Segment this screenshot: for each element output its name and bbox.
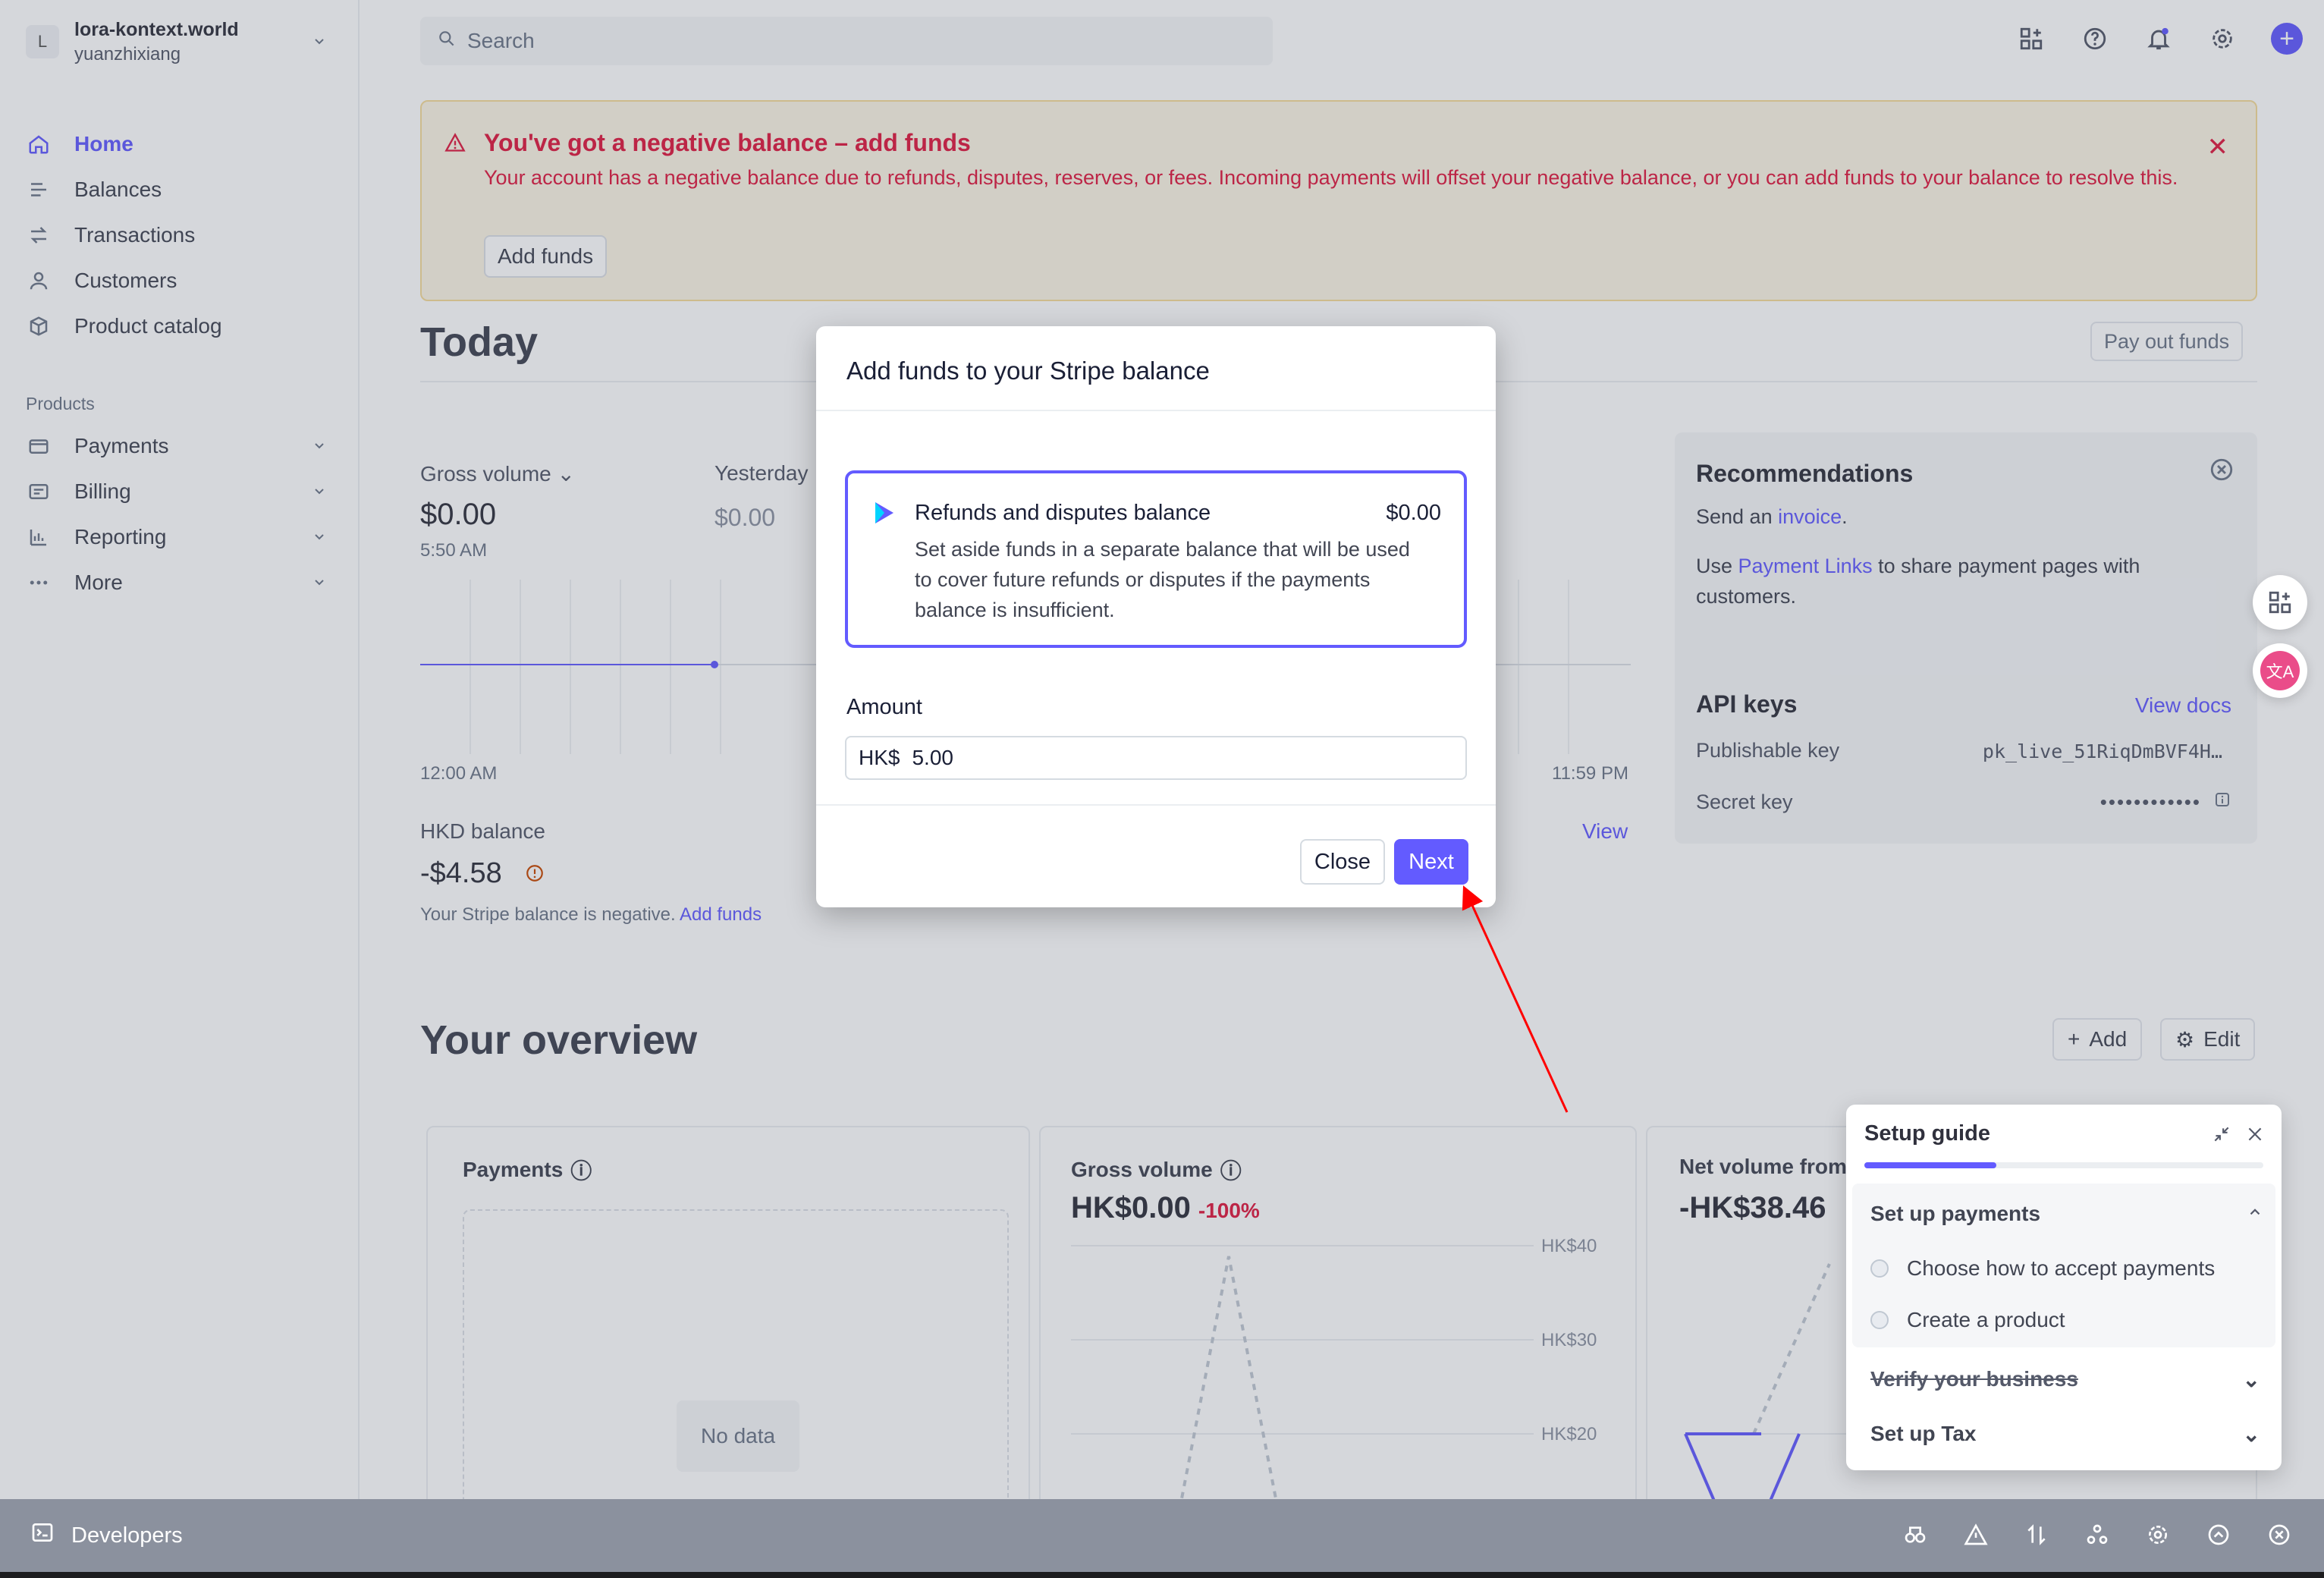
sort-arrows-icon[interactable] bbox=[2022, 1520, 2051, 1549]
amount-label: Amount bbox=[846, 695, 922, 719]
divider bbox=[816, 804, 1496, 806]
inspect-icon[interactable] bbox=[1901, 1520, 1930, 1549]
translate-icon: 文A bbox=[2260, 651, 2300, 690]
add-funds-dialog: Add funds to your Stripe balance Refunds… bbox=[816, 326, 1496, 907]
chevron-down-icon: ⌄ bbox=[2242, 1368, 2260, 1391]
developers-toggle[interactable]: Developers bbox=[30, 1520, 183, 1551]
setup-guide-panel: Setup guide Set up payments Choose how t… bbox=[1846, 1105, 2282, 1470]
webhooks-icon[interactable] bbox=[2083, 1520, 2112, 1549]
warning-icon[interactable] bbox=[1961, 1520, 1990, 1549]
dialog-title: Add funds to your Stripe balance bbox=[846, 357, 1210, 385]
developers-label: Developers bbox=[71, 1523, 183, 1548]
terminal-icon bbox=[30, 1520, 55, 1551]
apps-shortcut-button[interactable] bbox=[2253, 575, 2307, 630]
chevron-down-icon: ⌄ bbox=[2242, 1422, 2260, 1446]
setup-payments-section[interactable]: Set up payments Choose how to accept pay… bbox=[1852, 1184, 2275, 1347]
task-label: Create a product bbox=[1907, 1308, 2065, 1331]
setup-progress-fill bbox=[1864, 1162, 1996, 1168]
section-title: Set up payments bbox=[1870, 1202, 2041, 1225]
task-checkbox bbox=[1870, 1311, 1889, 1329]
close-circle-icon[interactable] bbox=[2265, 1520, 2294, 1549]
amount-input[interactable] bbox=[912, 746, 1443, 770]
verify-label: Verify your business bbox=[1870, 1367, 2078, 1391]
tax-label: Set up Tax bbox=[1870, 1422, 1977, 1445]
stripe-logo-icon bbox=[874, 501, 895, 529]
divider bbox=[816, 410, 1496, 411]
amount-field[interactable]: HK$ bbox=[845, 736, 1467, 780]
task-checkbox bbox=[1870, 1259, 1889, 1278]
next-button[interactable]: Next bbox=[1394, 839, 1468, 885]
refunds-disputes-balance-option[interactable]: Refunds and disputes balance $0.00 Set a… bbox=[845, 470, 1467, 648]
collapse-icon[interactable] bbox=[2212, 1124, 2231, 1148]
translate-button[interactable]: 文A bbox=[2253, 643, 2307, 698]
currency-prefix: HK$ bbox=[859, 746, 900, 769]
task-choose-payments[interactable]: Choose how to accept payments bbox=[1870, 1256, 2215, 1281]
task-label: Choose how to accept payments bbox=[1907, 1256, 2216, 1280]
close-button[interactable]: Close bbox=[1300, 839, 1385, 885]
task-create-product[interactable]: Create a product bbox=[1870, 1308, 2065, 1332]
option-amount: $0.00 bbox=[1386, 501, 1441, 525]
developers-toolbar bbox=[1901, 1520, 2294, 1549]
setup-tax[interactable]: Set up Tax ⌄ bbox=[1870, 1422, 2260, 1447]
settings-gear-icon[interactable] bbox=[2143, 1520, 2172, 1549]
setup-progress-bar bbox=[1864, 1162, 2263, 1168]
option-title: Refunds and disputes balance bbox=[915, 501, 1211, 525]
option-description: Set aside funds in a separate balance th… bbox=[915, 538, 1410, 621]
expand-up-icon[interactable] bbox=[2204, 1520, 2233, 1549]
setup-guide-title: Setup guide bbox=[1864, 1121, 1990, 1146]
dashboard: L lora-kontext.world yuanzhixiang Home B… bbox=[0, 0, 2324, 1578]
window-bottom-edge bbox=[0, 1572, 2324, 1578]
setup-verify-business[interactable]: Verify your business ⌄ bbox=[1870, 1367, 2260, 1392]
chevron-up-icon bbox=[2247, 1203, 2263, 1224]
close-icon[interactable] bbox=[2245, 1124, 2265, 1148]
